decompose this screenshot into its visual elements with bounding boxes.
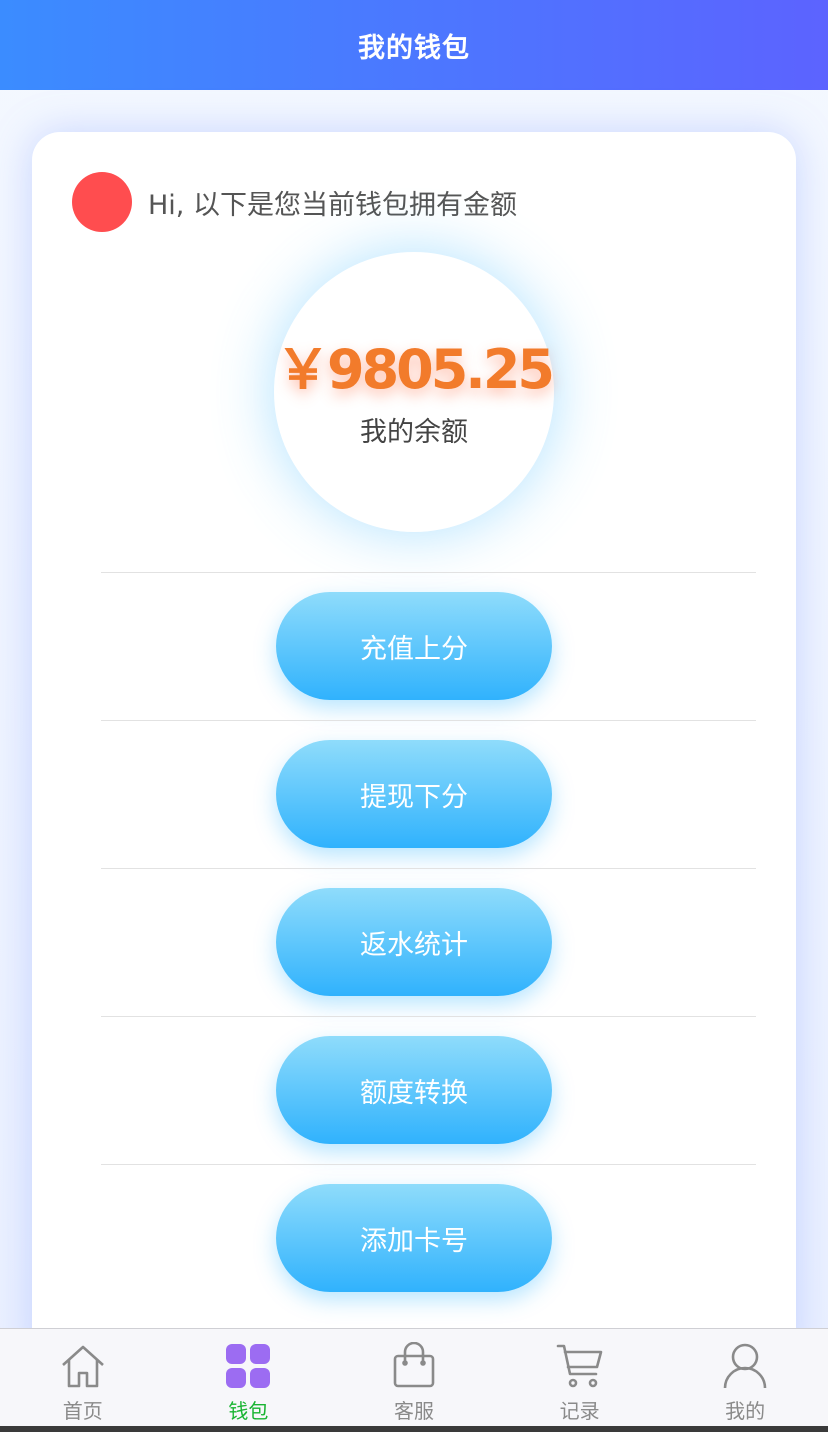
recharge-button[interactable]: 充值上分 bbox=[276, 592, 552, 700]
grid-icon bbox=[223, 1341, 273, 1391]
tab-records[interactable]: 记录 bbox=[497, 1329, 663, 1426]
bag-icon bbox=[389, 1341, 439, 1391]
quota-transfer-button[interactable]: 额度转换 bbox=[276, 1036, 552, 1144]
bottom-tabbar: 首页 钱包 客服 记录 我的 bbox=[0, 1328, 828, 1426]
cart-icon bbox=[555, 1341, 605, 1391]
user-icon bbox=[720, 1341, 770, 1391]
add-card-button[interactable]: 添加卡号 bbox=[276, 1184, 552, 1292]
menu-row: 添加卡号 bbox=[101, 1164, 756, 1312]
home-icon bbox=[58, 1341, 108, 1391]
tab-mine[interactable]: 我的 bbox=[662, 1329, 828, 1426]
menu-row: 提现下分 bbox=[101, 720, 756, 868]
tab-service[interactable]: 客服 bbox=[331, 1329, 497, 1426]
tab-label: 客服 bbox=[393, 1399, 434, 1423]
wallet-page: 我的钱包 Hi, 以下是您当前钱包拥有金额 ￥9805.25 我的余额 充值上分… bbox=[0, 0, 828, 1432]
menu-row: 返水统计 bbox=[101, 868, 756, 1016]
avatar bbox=[72, 172, 132, 232]
greeting-row: Hi, 以下是您当前钱包拥有金额 bbox=[72, 172, 517, 232]
tab-label: 钱包 bbox=[228, 1399, 269, 1423]
tab-label: 记录 bbox=[559, 1399, 600, 1423]
home-indicator bbox=[0, 1426, 828, 1432]
tab-label: 我的 bbox=[725, 1399, 766, 1423]
balance-label: 我的余额 bbox=[360, 417, 468, 448]
menu-row: 充值上分 bbox=[101, 572, 756, 720]
menu-row: 额度转换 bbox=[101, 1016, 756, 1164]
tab-home[interactable]: 首页 bbox=[0, 1329, 166, 1426]
wallet-card: Hi, 以下是您当前钱包拥有金额 ￥9805.25 我的余额 充值上分 提现下分… bbox=[32, 132, 796, 1372]
tab-label: 首页 bbox=[62, 1399, 103, 1423]
action-menu: 充值上分 提现下分 返水统计 额度转换 添加卡号 bbox=[101, 572, 756, 1312]
tab-wallet[interactable]: 钱包 bbox=[166, 1329, 332, 1426]
page-title: 我的钱包 bbox=[358, 32, 470, 64]
balance-amount: ￥9805.25 bbox=[276, 338, 555, 401]
withdraw-button[interactable]: 提现下分 bbox=[276, 740, 552, 848]
rebate-stats-button[interactable]: 返水统计 bbox=[276, 888, 552, 996]
balance-circle: ￥9805.25 我的余额 bbox=[274, 252, 555, 532]
header-bar: 我的钱包 bbox=[0, 0, 828, 90]
greeting-text: Hi, 以下是您当前钱包拥有金额 bbox=[148, 189, 517, 221]
